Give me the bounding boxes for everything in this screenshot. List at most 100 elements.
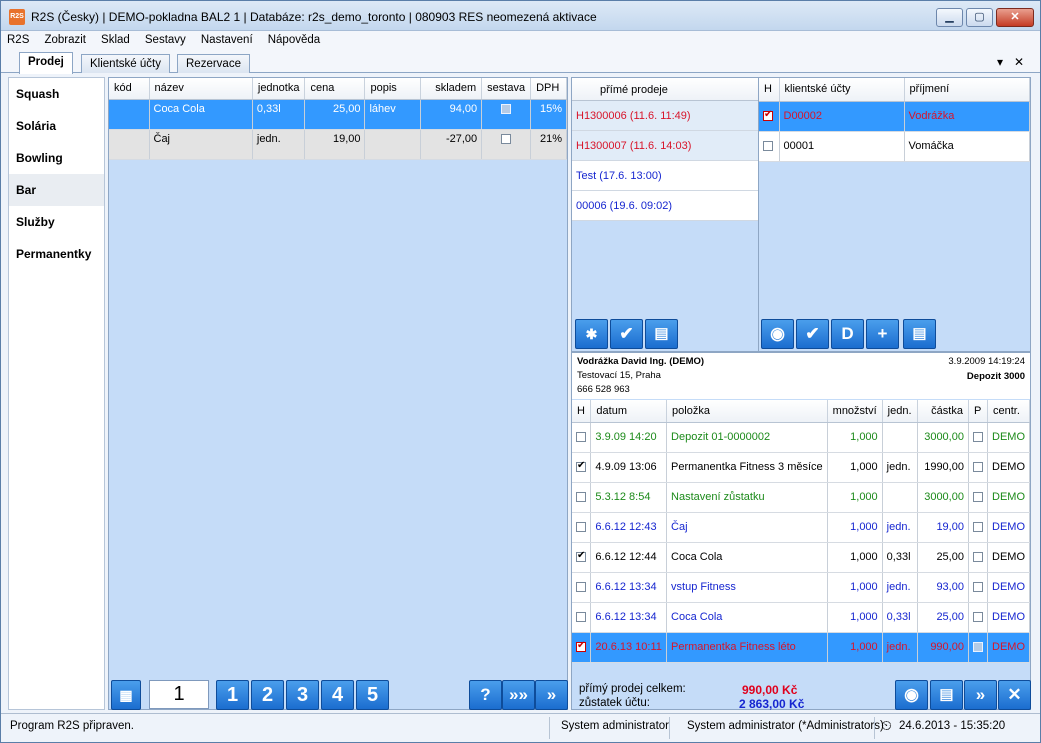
- page-button-3[interactable]: 3: [286, 680, 319, 710]
- row-checkbox[interactable]: [576, 522, 586, 533]
- page-button-4[interactable]: 4: [321, 680, 354, 710]
- fast-forward-icon[interactable]: »»: [502, 680, 535, 710]
- account-checkbox[interactable]: [763, 109, 773, 122]
- next-icon[interactable]: »: [964, 680, 997, 710]
- p-checkbox[interactable]: [972, 462, 983, 473]
- table-row[interactable]: 00001 Vomáčka: [759, 131, 1030, 162]
- column-header-cena[interactable]: cena: [304, 78, 366, 100]
- menu-napoveda[interactable]: Nápověda: [262, 31, 326, 46]
- row-checkbox[interactable]: [576, 492, 586, 503]
- table-row[interactable]: 6.6.12 12:43 Čaj 1,000 jedn. 19,00 DEMO: [572, 512, 1030, 543]
- table-row[interactable]: 5.3.12 8:54 Nastavení zůstatku 1,000 300…: [572, 482, 1030, 513]
- column-header-centr[interactable]: centr.: [987, 400, 1030, 423]
- close-button[interactable]: ✕: [996, 8, 1034, 27]
- p-checkbox[interactable]: [972, 432, 983, 443]
- calculator-icon[interactable]: ▤: [645, 319, 678, 349]
- sidebar-item-permanentky[interactable]: Permanentky: [9, 238, 104, 270]
- account-checkbox[interactable]: [763, 141, 773, 152]
- list-item[interactable]: H1300007 (11.6. 14:03): [572, 131, 758, 161]
- p-checkbox[interactable]: [972, 642, 983, 653]
- sidebar-item-squash[interactable]: Squash: [9, 78, 104, 110]
- tab-klientske-ucty[interactable]: Klientské účty: [81, 54, 170, 73]
- column-header-p[interactable]: P: [968, 400, 989, 423]
- column-header-mnozstvi[interactable]: množství: [827, 400, 883, 423]
- cancel-icon[interactable]: ✕: [998, 680, 1031, 710]
- confirm-sale-icon[interactable]: ✔: [610, 319, 643, 349]
- sestava-checkbox[interactable]: [501, 103, 512, 114]
- column-header-jednotka[interactable]: jednotka: [252, 78, 306, 100]
- column-header-dph[interactable]: DPH: [530, 78, 567, 100]
- sidebar-item-solaria[interactable]: Solária: [9, 110, 104, 142]
- help-button[interactable]: ?: [469, 680, 502, 710]
- column-header-jedn[interactable]: jedn.: [882, 400, 918, 423]
- row-checkbox[interactable]: [576, 432, 586, 443]
- row-checkbox[interactable]: [576, 612, 586, 623]
- page-button-1[interactable]: 1: [216, 680, 249, 710]
- column-header-polozka[interactable]: položka: [666, 400, 828, 423]
- window-title: R2S (Česky) | DEMO-pokladna BAL2 1 | Dat…: [31, 10, 597, 24]
- menu-r2s[interactable]: R2S: [1, 31, 35, 46]
- column-header-kod[interactable]: kód: [109, 78, 150, 100]
- calculator-icon[interactable]: ▤: [903, 319, 936, 349]
- row-checkbox[interactable]: [576, 550, 586, 563]
- page-button-5[interactable]: 5: [356, 680, 389, 710]
- transactions-table: H datum položka množství jedn. částka P …: [572, 400, 1030, 663]
- column-header-nazev[interactable]: název: [149, 78, 253, 100]
- menu-nastaveni[interactable]: Nastavení: [195, 31, 259, 46]
- target-icon[interactable]: ◉: [895, 680, 928, 710]
- column-header-popis[interactable]: popis: [364, 78, 421, 100]
- column-header-datum[interactable]: datum: [590, 400, 668, 423]
- column-header-h[interactable]: H: [572, 400, 592, 423]
- page-number-input[interactable]: 1: [149, 680, 209, 709]
- sidebar-item-bar[interactable]: Bar: [9, 174, 104, 206]
- tab-prodej[interactable]: Prodej: [19, 52, 73, 74]
- p-checkbox[interactable]: [972, 582, 983, 593]
- add-account-button[interactable]: +: [866, 319, 899, 349]
- row-checkbox[interactable]: [576, 582, 586, 593]
- calculator-icon[interactable]: ▤: [930, 680, 963, 710]
- page-button-2[interactable]: 2: [251, 680, 284, 710]
- list-item[interactable]: 00006 (19.6. 09:02): [572, 191, 758, 221]
- sidebar-item-bowling[interactable]: Bowling: [9, 142, 104, 174]
- tab-rezervace[interactable]: Rezervace: [177, 54, 250, 73]
- column-header-castka[interactable]: částka: [917, 400, 969, 423]
- table-row[interactable]: 20.6.13 10:11 Permanentka Fitness léto 1…: [572, 632, 1030, 663]
- deposit-button[interactable]: D: [831, 319, 864, 349]
- p-checkbox[interactable]: [972, 522, 983, 533]
- menu-sestavy[interactable]: Sestavy: [139, 31, 192, 46]
- column-header-h[interactable]: H: [759, 78, 780, 102]
- table-row[interactable]: Čaj jedn. 19,00 -27,00 21%: [109, 129, 567, 160]
- table-row[interactable]: Coca Cola 0,33l 25,00 láhev 94,00 15%: [109, 99, 567, 130]
- target-icon[interactable]: ◉: [761, 319, 794, 349]
- list-item[interactable]: Test (17.6. 13:00): [572, 161, 758, 191]
- p-checkbox[interactable]: [972, 492, 983, 503]
- menu-zobrazit[interactable]: Zobrazit: [38, 31, 92, 46]
- minimize-button[interactable]: ▁: [936, 8, 963, 27]
- table-row[interactable]: 6.6.12 13:34 vstup Fitness 1,000 jedn. 9…: [572, 572, 1030, 603]
- column-header-klientske-ucty[interactable]: klientské účty: [779, 78, 905, 102]
- grid-icon[interactable]: ▦: [111, 680, 141, 710]
- sidebar-item-sluzby[interactable]: Služby: [9, 206, 104, 238]
- list-item[interactable]: H1300006 (11.6. 11:49): [572, 101, 758, 131]
- table-row[interactable]: 6.6.12 13:34 Coca Cola 1,000 0,33l 25,00…: [572, 602, 1030, 633]
- maximize-button[interactable]: ▢: [966, 8, 993, 27]
- table-row[interactable]: 6.6.12 12:44 Coca Cola 1,000 0,33l 25,00…: [572, 542, 1030, 573]
- new-sale-icon[interactable]: ✱: [575, 319, 608, 349]
- table-row[interactable]: D00002 Vodrážka: [759, 101, 1030, 132]
- confirm-account-icon[interactable]: ✔: [796, 319, 829, 349]
- menu-sklad[interactable]: Sklad: [95, 31, 136, 46]
- cell-centr: DEMO: [987, 452, 1030, 483]
- next-icon[interactable]: »: [535, 680, 568, 710]
- table-row[interactable]: 3.9.09 14:20 Depozit 01-0000002 1,000 30…: [572, 422, 1030, 453]
- row-checkbox[interactable]: [576, 460, 586, 473]
- table-row[interactable]: 4.9.09 13:06 Permanentka Fitness 3 měsíc…: [572, 452, 1030, 483]
- column-header-sestava[interactable]: sestava: [481, 78, 532, 100]
- tab-dropdown-icon[interactable]: ▾: [997, 55, 1003, 69]
- p-checkbox[interactable]: [972, 612, 983, 623]
- column-header-skladem[interactable]: skladem: [420, 78, 483, 100]
- p-checkbox[interactable]: [972, 552, 983, 563]
- column-header-prijmeni[interactable]: příjmení: [904, 78, 1030, 102]
- row-checkbox[interactable]: [576, 640, 586, 653]
- tab-close-icon[interactable]: ✕: [1014, 55, 1024, 69]
- sestava-checkbox[interactable]: [501, 133, 512, 144]
